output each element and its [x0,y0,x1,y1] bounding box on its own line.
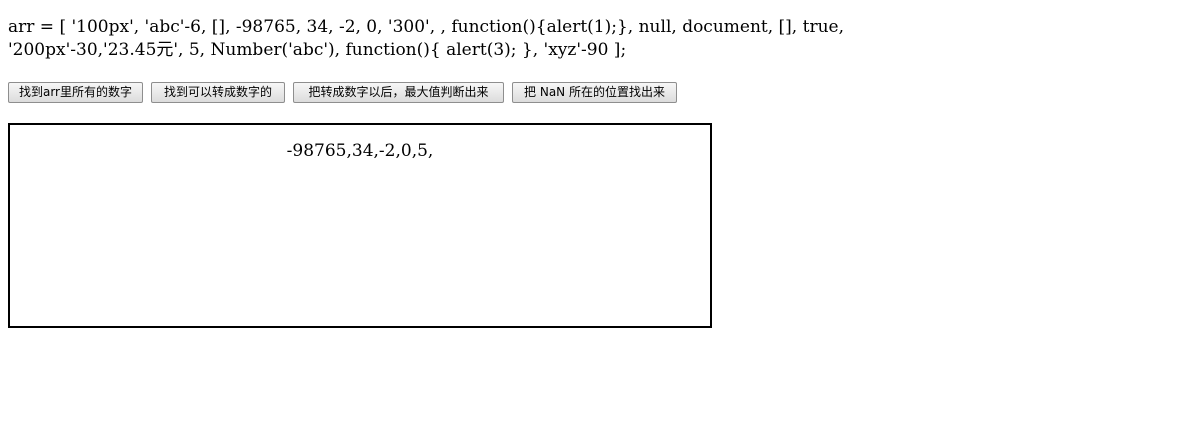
result-box: -98765,34,-2,0,5, [8,123,712,328]
find-max-button[interactable]: 把转成数字以后，最大值判断出来 [293,82,504,103]
button-row: 找到arr里所有的数字 找到可以转成数字的 把转成数字以后，最大值判断出来 把 … [8,82,677,103]
array-code-line-2: '200px'-30,'23.45元', 5, Number('abc'), f… [8,40,627,60]
result-text: -98765,34,-2,0,5, [286,141,434,161]
array-code-line-1: arr = [ '100px', 'abc'-6, [], -98765, 34… [8,17,844,37]
find-numbers-button[interactable]: 找到arr里所有的数字 [8,82,143,103]
find-nan-positions-button[interactable]: 把 NaN 所在的位置找出来 [512,82,677,103]
find-convertible-button[interactable]: 找到可以转成数字的 [151,82,285,103]
